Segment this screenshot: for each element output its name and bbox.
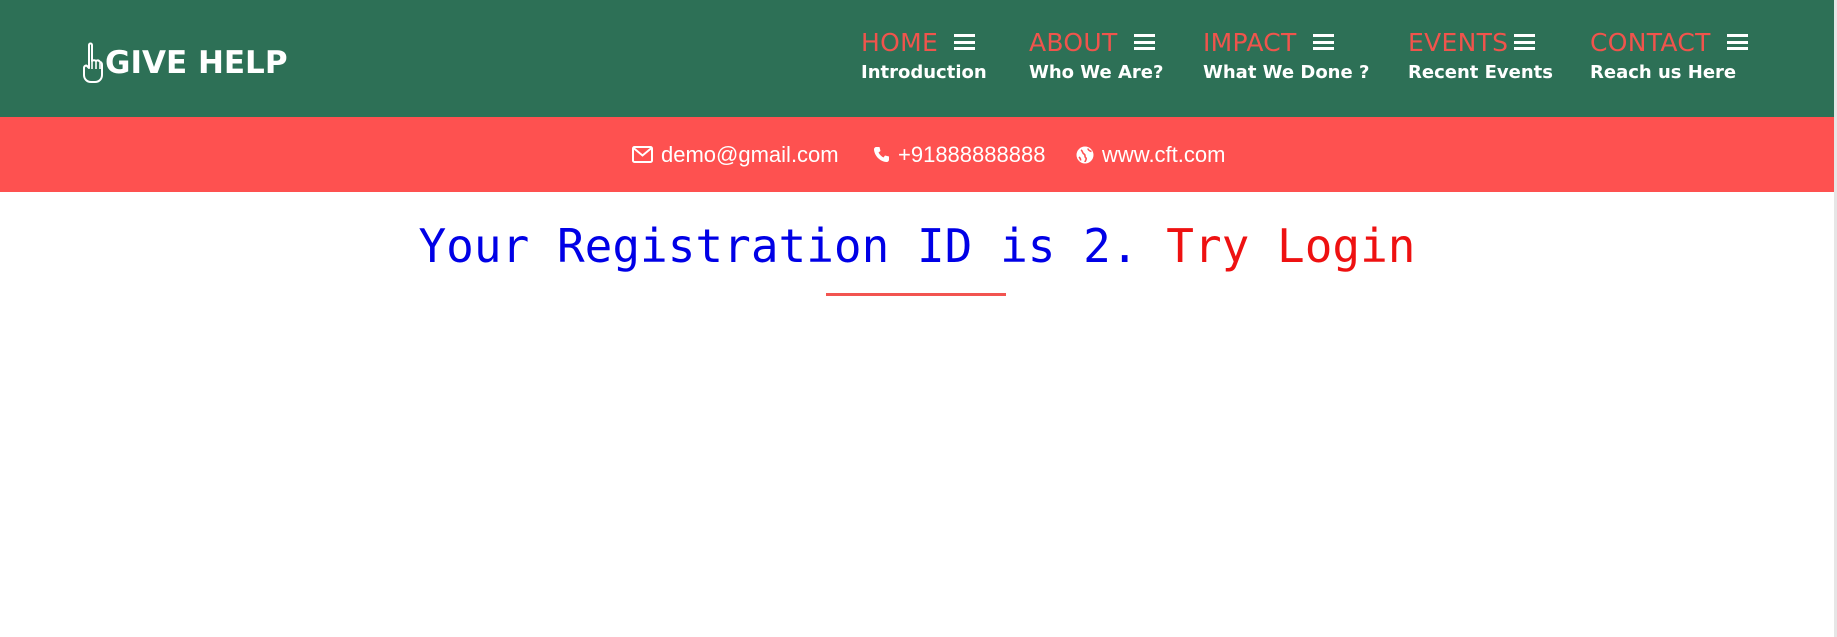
nav-home-title: HOME [861, 27, 939, 57]
nav-home-subtitle: Introduction [861, 62, 987, 83]
page: GIVE HELP HOME Introduction ABOUT Who We… [0, 0, 1837, 637]
contact-bar: demo@gmail.com +91888888888 www.cft.com [0, 117, 1834, 192]
contact-website-text: www.cft.com [1102, 141, 1226, 167]
registration-id-text: Your Registration ID is 2. [418, 219, 1139, 273]
globe-icon [1076, 146, 1094, 164]
nav-impact-title: IMPACT [1203, 27, 1297, 57]
hamburger-menu-icon [954, 33, 976, 51]
nav-about-title: ABOUT [1029, 27, 1118, 57]
nav-impact-subtitle: What We Done ? [1203, 62, 1370, 83]
phone-icon [873, 146, 890, 163]
try-login-link[interactable]: Try Login [1166, 219, 1415, 273]
hamburger-menu-icon [1726, 33, 1748, 51]
logo-text: GIVE HELP [105, 45, 288, 81]
contact-website[interactable]: www.cft.com [1076, 117, 1225, 192]
title-underline-divider [826, 293, 1006, 296]
nav-about-subtitle: Who We Are? [1029, 62, 1164, 83]
logo-link[interactable]: GIVE HELP [81, 38, 288, 88]
hamburger-menu-icon [1312, 33, 1334, 51]
nav-events[interactable]: EVENTS Recent Events [1408, 26, 1553, 86]
nav-events-subtitle: Recent Events [1408, 62, 1554, 83]
nav-impact[interactable]: IMPACT What We Done ? [1203, 26, 1369, 86]
nav-events-title: EVENTS [1408, 27, 1509, 57]
nav-home[interactable]: HOME Introduction [861, 26, 987, 86]
contact-email[interactable]: demo@gmail.com [632, 117, 839, 192]
contact-phone-text: +91888888888 [898, 141, 1046, 167]
site-header: GIVE HELP HOME Introduction ABOUT Who We… [0, 0, 1834, 117]
hamburger-menu-icon [1133, 33, 1155, 51]
contact-email-text: demo@gmail.com [661, 141, 839, 167]
registration-message: Your Registration ID is 2. Try Login [0, 218, 1834, 274]
nav-about[interactable]: ABOUT Who We Are? [1029, 26, 1163, 86]
hamburger-menu-icon [1514, 33, 1536, 51]
nav-contact-subtitle: Reach us Here [1590, 62, 1737, 83]
envelope-icon [632, 146, 653, 163]
contact-phone[interactable]: +91888888888 [873, 117, 1045, 192]
pointing-hand-icon [81, 42, 103, 84]
nav-contact-title: CONTACT [1590, 27, 1711, 57]
nav-contact[interactable]: CONTACT Reach us Here [1590, 26, 1748, 86]
